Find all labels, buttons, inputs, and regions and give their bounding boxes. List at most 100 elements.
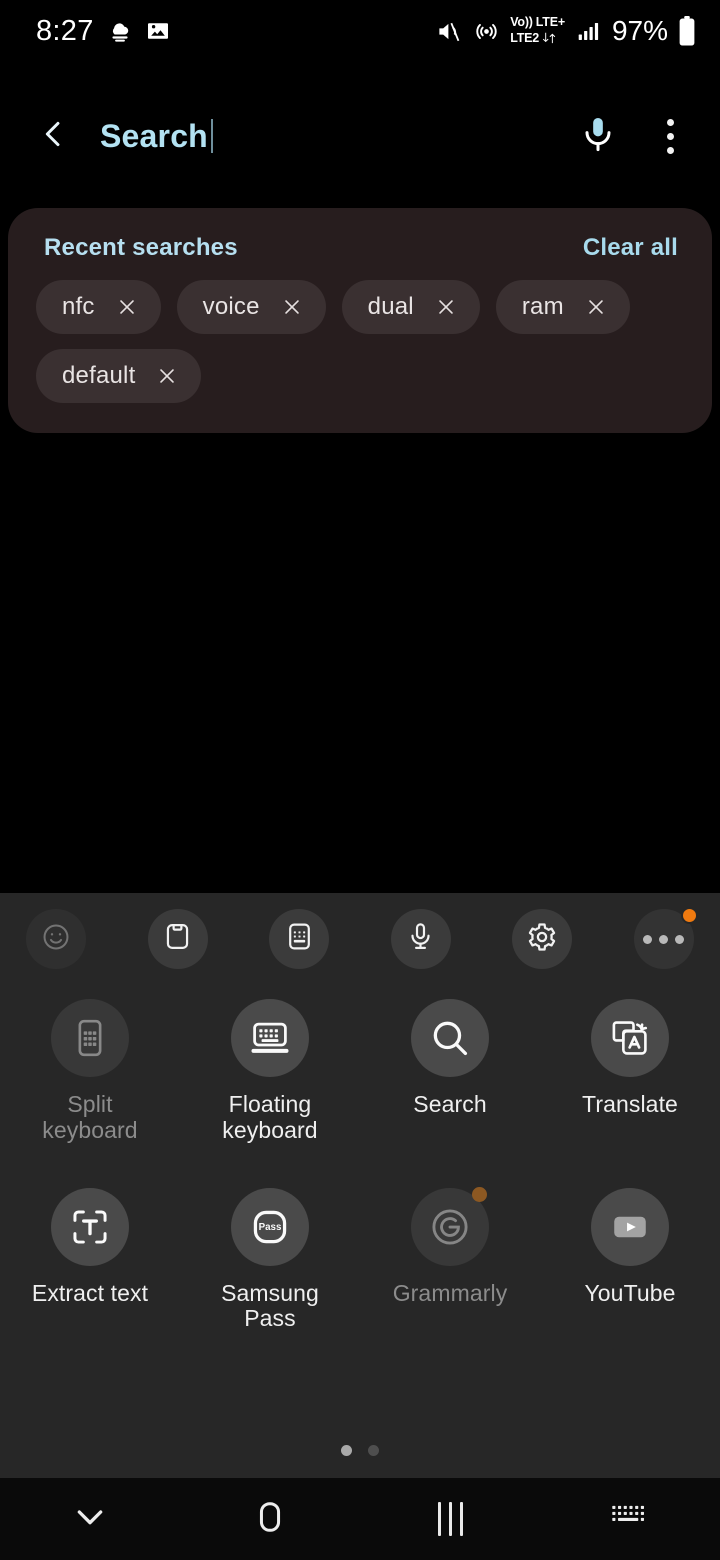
- app-item-floating-keyboard[interactable]: Floating keyboard: [180, 999, 360, 1144]
- close-icon[interactable]: [280, 295, 304, 319]
- microphone-icon: [578, 114, 618, 159]
- microphone-icon: [405, 921, 436, 957]
- more-toolbar-button[interactable]: [633, 907, 698, 969]
- extract-text-icon: [51, 1187, 129, 1266]
- chip-label: nfc: [62, 293, 95, 320]
- app-item-youtube[interactable]: YouTube: [540, 1187, 720, 1333]
- page-title-text: Search: [100, 117, 208, 154]
- data-transfer-icon: [542, 31, 557, 46]
- app-item-extract-text[interactable]: Extract text: [0, 1187, 180, 1333]
- keyboard-extension-panel: Split keyboard Floating keyboard Search …: [0, 893, 720, 1478]
- app-bar: Search: [0, 96, 720, 176]
- svg-text:Pass: Pass: [259, 1222, 282, 1233]
- keyboard-switch-button[interactable]: [540, 1502, 720, 1537]
- gallery-image-icon: [146, 19, 170, 43]
- grammarly-icon: [411, 1186, 489, 1266]
- status-clock: 8:27: [36, 14, 94, 47]
- phone-screen: 8:27 Vo)) LTE+ LTE2 97% Search Recent se…: [0, 0, 720, 1560]
- hotspot-icon: [473, 18, 500, 45]
- app-row: Extract text Pass Samsung Pass Grammarly…: [0, 1186, 720, 1333]
- keyboard-switch-icon: [610, 1502, 650, 1537]
- app-item-samsung-pass[interactable]: Pass Samsung Pass: [180, 1187, 360, 1333]
- hide-keyboard-button[interactable]: [0, 1497, 180, 1542]
- lte-plus-label: LTE+: [535, 15, 565, 30]
- recent-search-chip[interactable]: voice: [176, 280, 326, 334]
- recent-search-chip[interactable]: nfc: [36, 280, 161, 334]
- back-chevron-icon: [36, 117, 70, 156]
- notification-badge: [680, 907, 698, 924]
- close-icon[interactable]: [584, 295, 608, 319]
- close-icon[interactable]: [115, 295, 139, 319]
- notification-badge: [472, 1186, 487, 1202]
- recents-button[interactable]: [360, 1502, 540, 1536]
- keyboard-layout-icon: [284, 921, 315, 957]
- clipboard-button[interactable]: [147, 909, 208, 969]
- voice-input-button[interactable]: [390, 909, 451, 969]
- app-label: Grammarly: [392, 1279, 508, 1306]
- home-button[interactable]: [180, 1498, 360, 1541]
- network-indicator: Vo)) LTE+ LTE2: [510, 16, 565, 46]
- navigation-bar: [0, 1478, 720, 1560]
- search-icon: [411, 999, 489, 1077]
- keyboard-app-grid: Split keyboard Floating keyboard Search …: [0, 985, 720, 1332]
- translate-icon: [591, 999, 669, 1077]
- app-label: Floating keyboard: [222, 1091, 318, 1143]
- volte-label: Vo)): [510, 15, 533, 30]
- more-horizontal-icon: [643, 934, 685, 944]
- app-item-split-keyboard[interactable]: Split keyboard: [0, 999, 180, 1144]
- status-bar-right: Vo)) LTE+ LTE2 97%: [436, 15, 696, 47]
- gear-icon: [526, 921, 558, 958]
- recent-search-chip[interactable]: default: [36, 349, 202, 403]
- youtube-icon: [591, 1187, 669, 1266]
- keyboard-settings-button[interactable]: [512, 909, 573, 969]
- sound-muted-icon: [436, 18, 463, 45]
- recent-searches-title: Recent searches: [44, 234, 238, 261]
- chip-label: dual: [367, 293, 414, 320]
- emoji-button[interactable]: [26, 909, 86, 969]
- home-icon: [251, 1498, 289, 1541]
- signal-bars-icon: [575, 19, 602, 43]
- weather-cloud-icon: [107, 18, 133, 44]
- page-indicator[interactable]: [0, 1445, 720, 1456]
- voice-search-button[interactable]: [562, 114, 634, 159]
- close-icon[interactable]: [155, 364, 179, 388]
- status-bar-left: 8:27: [36, 14, 170, 47]
- recent-searches-card: Recent searches Clear all nfc voice dual: [8, 208, 712, 433]
- network-label: LTE2: [510, 31, 540, 45]
- battery-full-icon: [678, 16, 696, 46]
- app-item-search[interactable]: Search: [360, 999, 540, 1144]
- chip-label: ram: [521, 293, 564, 320]
- close-icon[interactable]: [434, 295, 458, 319]
- recents-icon: [437, 1502, 463, 1536]
- floating-keyboard-icon: [231, 999, 309, 1077]
- app-item-translate[interactable]: Translate: [540, 999, 720, 1144]
- app-row: Split keyboard Floating keyboard Search …: [0, 999, 720, 1144]
- recent-search-chip[interactable]: ram: [495, 280, 630, 334]
- status-bar: 8:27 Vo)) LTE+ LTE2 97%: [0, 0, 720, 62]
- back-button[interactable]: [22, 117, 84, 156]
- samsung-pass-icon: Pass: [231, 1187, 309, 1266]
- more-options-button[interactable]: [634, 118, 706, 154]
- emoji-smiley-icon: [40, 921, 72, 958]
- clear-all-button[interactable]: Clear all: [583, 234, 684, 262]
- app-label: Extract text: [31, 1279, 149, 1306]
- page-dot-2[interactable]: [368, 1445, 379, 1456]
- keyboard-toolbar: [0, 893, 720, 985]
- chevron-down-icon: [70, 1497, 110, 1542]
- more-options-icon: [666, 118, 674, 154]
- app-label: Translate: [582, 1091, 678, 1117]
- clipboard-icon: [162, 921, 193, 957]
- recent-search-chip[interactable]: dual: [341, 280, 480, 334]
- split-keyboard-icon: [51, 999, 129, 1077]
- page-title[interactable]: Search: [100, 118, 213, 155]
- chip-label: voice: [202, 293, 260, 320]
- app-label: Split keyboard: [42, 1091, 138, 1143]
- recent-searches-header: Recent searches Clear all: [36, 234, 684, 262]
- app-label: YouTube: [584, 1279, 676, 1306]
- app-label: Search: [413, 1091, 487, 1117]
- app-label: Samsung Pass: [221, 1279, 319, 1332]
- page-dot-1[interactable]: [341, 1445, 352, 1456]
- text-cursor: [210, 118, 213, 153]
- keyboard-modes-button[interactable]: [269, 909, 330, 969]
- app-item-grammarly[interactable]: Grammarly: [360, 1186, 540, 1333]
